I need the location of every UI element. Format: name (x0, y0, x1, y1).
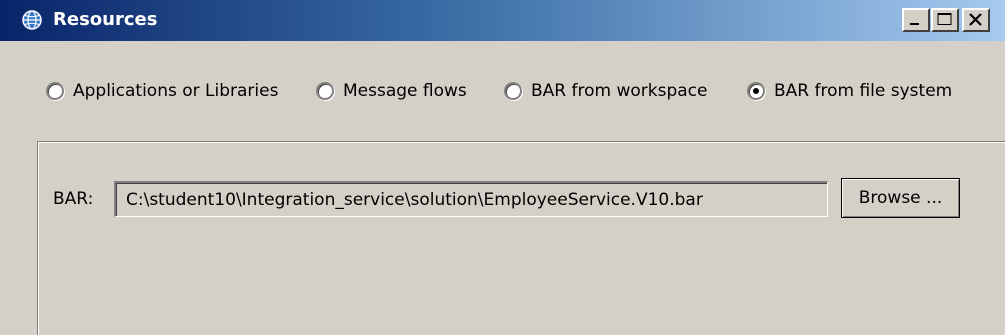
maximize-icon (937, 13, 952, 25)
radio-bar-from-workspace[interactable]: BAR from workspace (504, 77, 707, 105)
radio-label: BAR from workspace (531, 81, 708, 101)
resources-window: Resources Applications or Libraries Mess… (0, 0, 1005, 335)
radio-label: Applications or Libraries (73, 81, 279, 101)
radio-button[interactable] (316, 82, 334, 100)
browse-button[interactable]: Browse ... (841, 178, 960, 218)
radio-message-flows[interactable]: Message flows (316, 77, 467, 105)
radio-selected-dot (753, 88, 759, 94)
radio-label: BAR from file system (774, 81, 953, 101)
radio-applications-or-libraries[interactable]: Applications or Libraries (46, 77, 278, 105)
bar-path-field[interactable]: C:\student10\Integration_service\solutio… (114, 181, 828, 217)
radio-button[interactable] (504, 82, 522, 100)
minimize-icon (910, 23, 919, 25)
radio-label: Message flows (343, 81, 467, 101)
maximize-button[interactable] (931, 8, 959, 32)
title-bar[interactable]: Resources (0, 0, 1005, 41)
radio-button-selected[interactable] (747, 82, 765, 100)
close-button[interactable] (962, 8, 990, 32)
close-icon (969, 13, 982, 26)
globe-icon (22, 10, 42, 30)
window-title: Resources (53, 9, 158, 30)
radio-button[interactable] (46, 82, 64, 100)
source-radio-group: Applications or Libraries Message flows … (0, 71, 1005, 111)
bar-file-group (37, 141, 1005, 335)
minimize-button[interactable] (902, 8, 930, 32)
radio-bar-from-file-system[interactable]: BAR from file system (747, 77, 952, 105)
bar-field-label: BAR: (53, 189, 94, 209)
